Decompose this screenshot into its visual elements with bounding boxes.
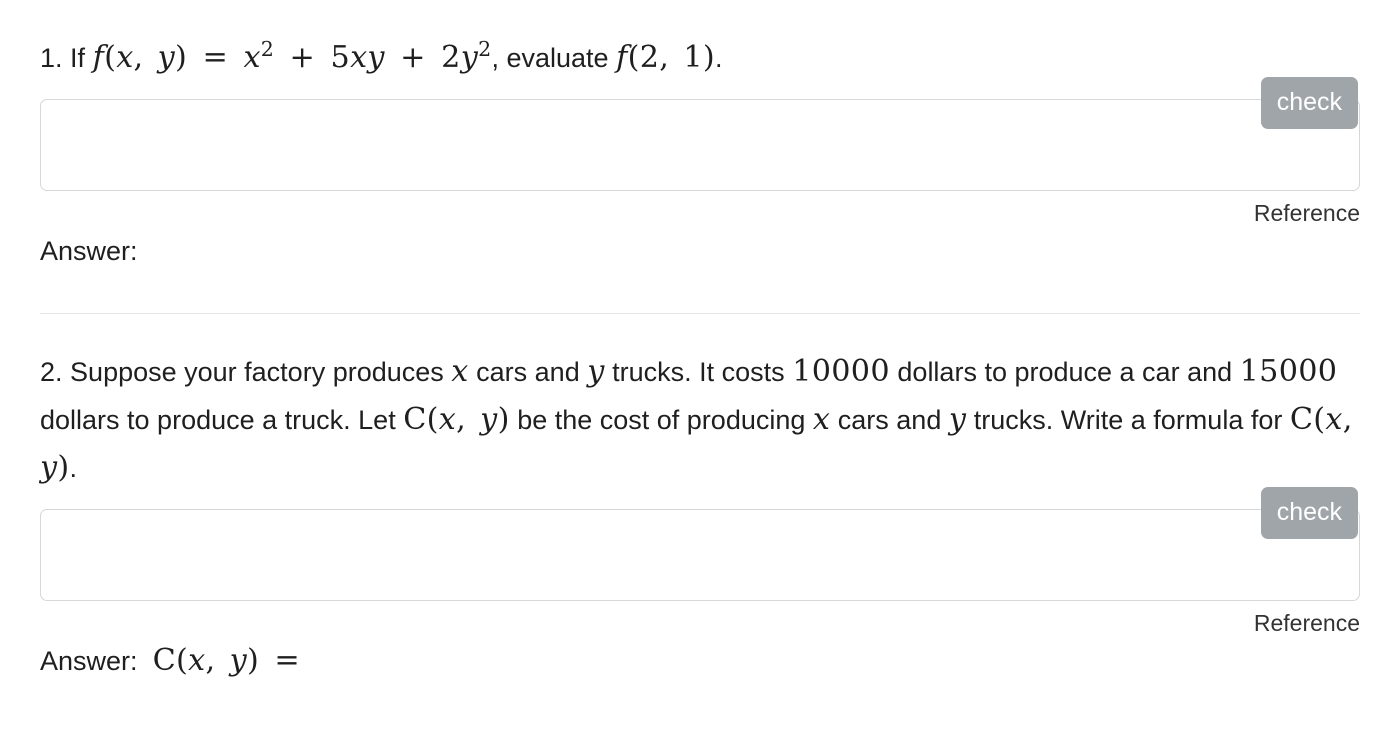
question-2-body-f: be the cost of producing (517, 405, 806, 435)
question-1-answer-label: Answer: (40, 236, 138, 266)
question-2-var-y2: y (948, 402, 967, 437)
question-2-number: 2. (40, 357, 63, 387)
question-2-var-x: x (451, 354, 469, 389)
question-1-answer-input[interactable] (40, 99, 1360, 191)
question-2-body-c: trucks. It costs (612, 357, 785, 387)
question-2-block: 2. Suppose your factory produces x cars … (40, 314, 1360, 681)
question-2-text: 2. Suppose your factory produces x cars … (40, 348, 1360, 492)
question-2-reference-row: Reference (40, 610, 1360, 637)
question-2-body-a: Suppose your factory produces (70, 357, 444, 387)
question-1-lead: If (70, 43, 86, 73)
question-2-var-x2: x (812, 402, 831, 437)
question-1-formula: f(x, y) = x2 + 5xy + 2y2 (92, 36, 492, 75)
question-1-check-button[interactable]: check (1260, 77, 1358, 129)
question-2-reference-link[interactable]: Reference (1254, 610, 1360, 636)
question-1-formula-tail: f(2, 1) (616, 40, 715, 75)
question-2-body-d: dollars to produce a car and (897, 357, 1233, 387)
question-1-trailing: . (714, 43, 723, 73)
question-1-mid-text: , evaluate (491, 43, 609, 73)
question-2-body-i: . (69, 453, 78, 483)
question-2-check-button[interactable]: check (1260, 487, 1358, 539)
question-2-answer-input[interactable] (40, 509, 1360, 601)
question-1-answer-line: Answer: (40, 231, 1360, 271)
question-2-body-h: trucks. Write a formula for (973, 405, 1283, 435)
question-2-cost-car: 10000 (792, 354, 890, 389)
question-2-body-b: cars and (476, 357, 580, 387)
question-2-cost-function: C(x, y) (403, 402, 510, 437)
question-1-block: 1. If f(x, y) = x2 + 5xy + 2y2, evaluate… (40, 0, 1360, 314)
question-1-reference-link[interactable]: Reference (1254, 200, 1360, 226)
question-2-input-row: check (40, 487, 1360, 601)
question-2-var-y: y (587, 354, 605, 389)
cost-car-value: 10000 (792, 354, 890, 389)
question-2-body-e: dollars to produce a truck. Let (40, 405, 396, 435)
question-1-text: 1. If f(x, y) = x2 + 5xy + 2y2, evaluate… (40, 34, 1360, 82)
cost-truck-value: 15000 (1239, 354, 1338, 389)
question-2-answer-formula: C(x, y) = (152, 643, 301, 678)
question-1-reference-row: Reference (40, 200, 1360, 227)
worksheet-page: 1. If f(x, y) = x2 + 5xy + 2y2, evaluate… (0, 0, 1400, 681)
question-2-body-g: cars and (837, 405, 942, 435)
question-1-input-row: check (40, 77, 1360, 191)
question-2-answer-label: Answer: (40, 646, 138, 676)
question-2-answer-line: Answer: C(x, y) = (40, 641, 1360, 681)
question-2-cost-truck: 15000 (1240, 354, 1338, 389)
question-1-number: 1. (40, 43, 63, 73)
